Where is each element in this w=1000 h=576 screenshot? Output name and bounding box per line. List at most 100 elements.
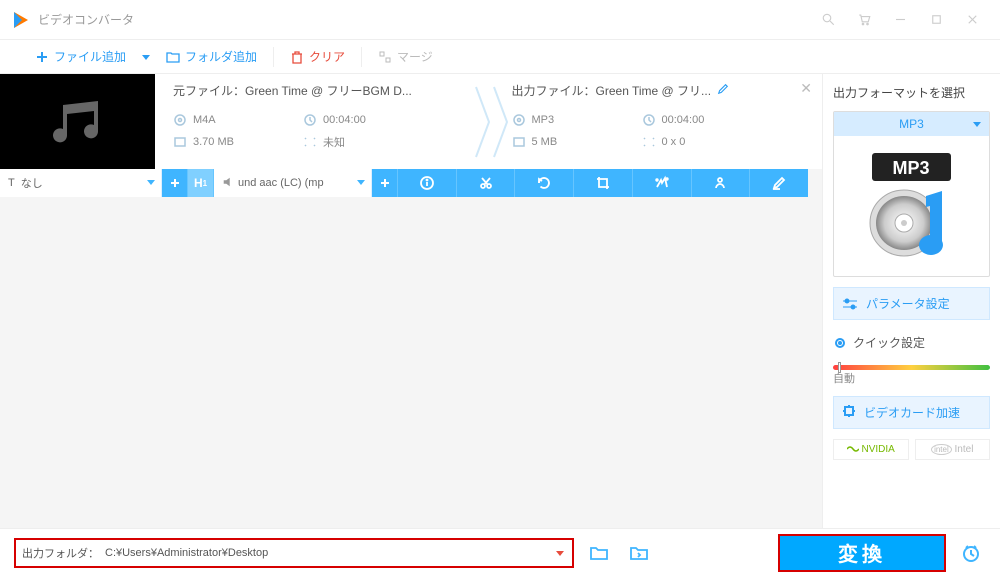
format-selector[interactable]: MP3 xyxy=(834,112,989,136)
merge-label: マージ xyxy=(397,48,433,65)
add-file-button[interactable]: ファイル追加 xyxy=(25,40,136,73)
minimize-icon[interactable] xyxy=(882,5,918,35)
rotate-button[interactable] xyxy=(515,169,574,197)
browse-folder-button[interactable] xyxy=(584,538,614,568)
panel-title: 出力フォーマットを選択 xyxy=(833,84,990,101)
chip-icon xyxy=(842,404,856,421)
intel-badge[interactable]: intel Intel xyxy=(915,439,991,460)
titlebar: ビデオコンバータ xyxy=(0,0,1000,40)
add-file-label: ファイル追加 xyxy=(54,48,126,65)
radio-icon xyxy=(835,338,845,348)
subtitle-value: なし xyxy=(21,175,43,191)
out-resolution: 0 x 0 xyxy=(662,136,686,148)
selected-format: MP3 xyxy=(899,117,924,131)
quality-slider[interactable] xyxy=(833,365,990,370)
clear-label: クリア xyxy=(309,48,345,65)
cut-button[interactable] xyxy=(457,169,516,197)
format-badge-text: MP3 xyxy=(892,158,929,178)
subtitle-dropdown[interactable]: T なし xyxy=(0,169,162,197)
size-icon xyxy=(512,135,526,149)
nvidia-badge[interactable]: NVIDIA xyxy=(833,439,909,460)
close-icon[interactable] xyxy=(954,5,990,35)
cart-icon[interactable] xyxy=(846,5,882,35)
out-file-name: Green Time @ フリ... xyxy=(596,82,712,99)
add-file-dropdown[interactable] xyxy=(136,40,156,73)
quick-label: クイック設定 xyxy=(853,334,925,351)
src-size: 3.70 MB xyxy=(193,136,234,148)
edit-tools xyxy=(398,169,808,197)
add-folder-label: フォルダ追加 xyxy=(185,48,257,65)
plus-icon xyxy=(35,50,49,64)
file-card: 元ファイル： Green Time @ フリーBGM D... M4A 00:0… xyxy=(0,74,822,169)
src-resolution: 未知 xyxy=(323,134,345,150)
arrow-icon xyxy=(492,74,512,169)
src-format: M4A xyxy=(193,114,216,126)
resolution-icon xyxy=(303,135,317,149)
folder-icon xyxy=(166,50,180,64)
toolbar: ファイル追加 フォルダ追加 クリア マージ xyxy=(0,40,1000,74)
add-subtitle-button[interactable] xyxy=(162,169,188,197)
add-audio-button[interactable] xyxy=(372,169,398,197)
out-file-label: 出力ファイル： xyxy=(512,82,596,99)
file-info: 元ファイル： Green Time @ フリーBGM D... M4A 00:0… xyxy=(155,74,822,169)
search-icon[interactable] xyxy=(810,5,846,35)
open-folder-button[interactable] xyxy=(624,538,654,568)
separator xyxy=(273,47,274,67)
hardcode-button[interactable]: H1 xyxy=(188,169,214,197)
param-settings-button[interactable]: パラメータ設定 xyxy=(833,287,990,320)
caret-down-icon xyxy=(357,177,365,189)
output-folder-label: 出力フォルダ： xyxy=(22,545,99,561)
window-title: ビデオコンバータ xyxy=(38,11,810,28)
out-format: MP3 xyxy=(532,114,555,126)
trash-icon xyxy=(290,50,304,64)
gpu-accel-button[interactable]: ビデオカード加速 xyxy=(833,396,990,429)
text-icon: T xyxy=(8,177,15,189)
gpu-vendors: NVIDIA intel Intel xyxy=(833,439,990,460)
app-logo xyxy=(10,10,30,30)
caret-down-icon[interactable] xyxy=(556,546,566,560)
slider-knob[interactable] xyxy=(838,362,841,373)
src-file-name: Green Time @ フリーBGM D... xyxy=(245,82,412,99)
output-folder-box[interactable]: 出力フォルダ： C:¥Users¥Administrator¥Desktop xyxy=(14,538,574,568)
merge-icon xyxy=(378,50,392,64)
format-icon-large: MP3 xyxy=(834,136,989,276)
edit-name-icon[interactable] xyxy=(717,83,729,98)
src-file-label: 元ファイル： xyxy=(173,82,245,99)
bottom-bar: 出力フォルダ： C:¥Users¥Administrator¥Desktop 変… xyxy=(0,528,1000,576)
out-duration: 00:04:00 xyxy=(662,114,705,126)
sliders-icon xyxy=(842,297,858,311)
audio-track-dropdown[interactable]: und aac (LC) (mp xyxy=(214,169,372,197)
audio-value: und aac (LC) (mp xyxy=(238,177,324,189)
separator xyxy=(361,47,362,67)
main-body: 元ファイル： Green Time @ フリーBGM D... M4A 00:0… xyxy=(0,74,1000,528)
effect-button[interactable] xyxy=(633,169,692,197)
maximize-icon[interactable] xyxy=(918,5,954,35)
add-folder-button[interactable]: フォルダ追加 xyxy=(156,40,267,73)
format-icon xyxy=(173,113,187,127)
convert-button[interactable]: 変換 xyxy=(778,534,946,572)
edit-button[interactable] xyxy=(750,169,808,197)
format-box: MP3 MP3 xyxy=(833,111,990,277)
schedule-button[interactable] xyxy=(956,538,986,568)
param-label: パラメータ設定 xyxy=(866,295,950,312)
music-note-icon xyxy=(43,97,113,147)
caret-down-icon xyxy=(147,177,155,189)
merge-button[interactable]: マージ xyxy=(368,40,443,73)
watermark-button[interactable] xyxy=(692,169,751,197)
out-size: 5 MB xyxy=(532,136,558,148)
auto-label: 自動 xyxy=(833,370,990,386)
thumbnail[interactable] xyxy=(0,74,155,169)
remove-file-icon[interactable]: ✕ xyxy=(800,80,812,97)
right-panel: 出力フォーマットを選択 MP3 MP3 パラ xyxy=(822,74,1000,528)
resolution-icon xyxy=(642,135,656,149)
source-info: 元ファイル： Green Time @ フリーBGM D... M4A 00:0… xyxy=(155,74,484,169)
clear-button[interactable]: クリア xyxy=(280,40,355,73)
size-icon xyxy=(173,135,187,149)
output-folder-path: C:¥Users¥Administrator¥Desktop xyxy=(105,547,556,559)
arrow-icon xyxy=(474,74,494,169)
info-button[interactable] xyxy=(398,169,457,197)
caret-down-icon xyxy=(973,117,981,131)
src-duration: 00:04:00 xyxy=(323,114,366,126)
crop-button[interactable] xyxy=(574,169,633,197)
quick-settings[interactable]: クイック設定 xyxy=(833,330,990,355)
